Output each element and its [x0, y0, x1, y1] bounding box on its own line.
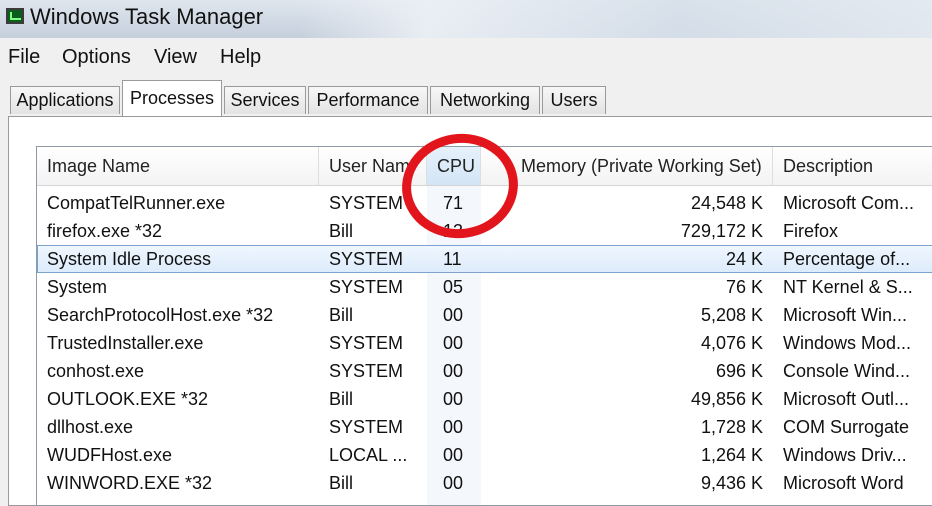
tab-applications[interactable]: Applications [10, 86, 120, 114]
process-name: firefox.exe *32 [47, 221, 163, 241]
menu-bar: File Options View Help [0, 38, 932, 76]
table-row[interactable]: WINWORD.EXE *32 Bill 00 9,436 K Microsof… [37, 469, 932, 497]
process-memory: 24 K [725, 249, 763, 269]
process-description: Microsoft Word [783, 473, 904, 493]
process-description: Microsoft Com... [783, 193, 915, 213]
process-memory: 1,264 K [700, 445, 763, 465]
process-cpu: 05 [443, 277, 464, 297]
process-user: LOCAL ... [329, 445, 408, 465]
process-memory: 4,076 K [700, 333, 763, 353]
process-user: Bill [329, 389, 354, 409]
process-name: conhost.exe [47, 361, 145, 381]
process-memory: 49,856 K [690, 389, 763, 409]
column-header-image-name[interactable]: Image Name [37, 147, 319, 185]
process-description: NT Kernel & S... [783, 277, 913, 297]
process-cpu: 00 [443, 361, 464, 381]
process-user: SYSTEM [329, 277, 404, 297]
tab-services[interactable]: Services [224, 86, 306, 114]
task-manager-icon [6, 8, 24, 24]
process-user: SYSTEM [329, 417, 404, 437]
process-name: TrustedInstaller.exe [47, 333, 204, 353]
process-memory: 5,208 K [700, 305, 763, 325]
title-bar-blurred-background [300, 0, 932, 38]
menu-options[interactable]: Options [62, 46, 131, 69]
process-name: OUTLOOK.EXE *32 [47, 389, 209, 409]
process-user: Bill [329, 473, 354, 493]
menu-help[interactable]: Help [220, 46, 261, 69]
table-row-selected[interactable]: System Idle Process SYSTEM 11 24 K Perce… [37, 245, 932, 273]
process-memory: 24,548 K [690, 193, 763, 213]
tab-performance[interactable]: Performance [308, 86, 428, 114]
table-row[interactable]: SearchProtocolHost.exe *32 Bill 00 5,208… [37, 301, 932, 329]
process-name: dllhost.exe [47, 417, 134, 437]
column-header-memory[interactable]: Memory (Private Working Set) [481, 147, 773, 185]
menu-view[interactable]: View [154, 46, 197, 69]
process-name: CompatTelRunner.exe [47, 193, 226, 213]
process-description: Console Wind... [783, 361, 911, 381]
title-bar: Windows Task Manager [0, 0, 932, 38]
process-user: SYSTEM [329, 361, 404, 381]
process-user: SYSTEM [329, 333, 404, 353]
tab-strip: Applications Processes Services Performa… [0, 78, 932, 116]
tab-users[interactable]: Users [542, 86, 606, 114]
process-name: WINWORD.EXE *32 [47, 473, 213, 493]
process-cpu: 00 [443, 417, 464, 437]
table-row[interactable]: TrustedInstaller.exe SYSTEM 00 4,076 K W… [37, 329, 932, 357]
process-memory: 9,436 K [700, 473, 763, 493]
process-description: Percentage of... [783, 249, 911, 269]
process-cpu: 00 [443, 445, 464, 465]
process-description: Windows Driv... [783, 445, 907, 465]
process-name: System [47, 277, 108, 297]
process-description: Firefox [783, 221, 839, 241]
process-user: Bill [329, 305, 354, 325]
table-row[interactable]: conhost.exe SYSTEM 00 696 K Console Wind… [37, 357, 932, 385]
process-cpu: 00 [443, 333, 464, 353]
process-memory: 729,172 K [680, 221, 763, 241]
table-row[interactable]: dllhost.exe SYSTEM 00 1,728 K COM Surrog… [37, 413, 932, 441]
process-memory: 1,728 K [700, 417, 763, 437]
menu-file[interactable]: File [8, 46, 40, 69]
tab-processes[interactable]: Processes [122, 80, 222, 116]
tab-networking[interactable]: Networking [430, 86, 540, 114]
process-memory: 76 K [725, 277, 763, 297]
process-memory: 696 K [715, 361, 763, 381]
process-description: Windows Mod... [783, 333, 912, 353]
process-name: System Idle Process [47, 249, 212, 269]
process-description: Microsoft Win... [783, 305, 908, 325]
process-description: COM Surrogate [783, 417, 910, 437]
table-row[interactable]: OUTLOOK.EXE *32 Bill 00 49,856 K Microso… [37, 385, 932, 413]
process-cpu: 00 [443, 305, 464, 325]
process-cpu: 00 [443, 389, 464, 409]
process-name: SearchProtocolHost.exe *32 [47, 305, 274, 325]
column-header-description[interactable]: Description [773, 147, 932, 185]
table-row[interactable]: System SYSTEM 05 76 K NT Kernel & S... [37, 273, 932, 301]
process-user: SYSTEM [329, 249, 404, 269]
process-cpu: 00 [443, 473, 464, 493]
process-user: Bill [329, 221, 354, 241]
table-row[interactable]: WUDFHost.exe LOCAL ... 00 1,264 K Window… [37, 441, 932, 469]
process-cpu: 11 [443, 249, 462, 269]
window-title: Windows Task Manager [30, 4, 264, 29]
process-name: WUDFHost.exe [47, 445, 173, 465]
process-description: Microsoft Outl... [783, 389, 910, 409]
